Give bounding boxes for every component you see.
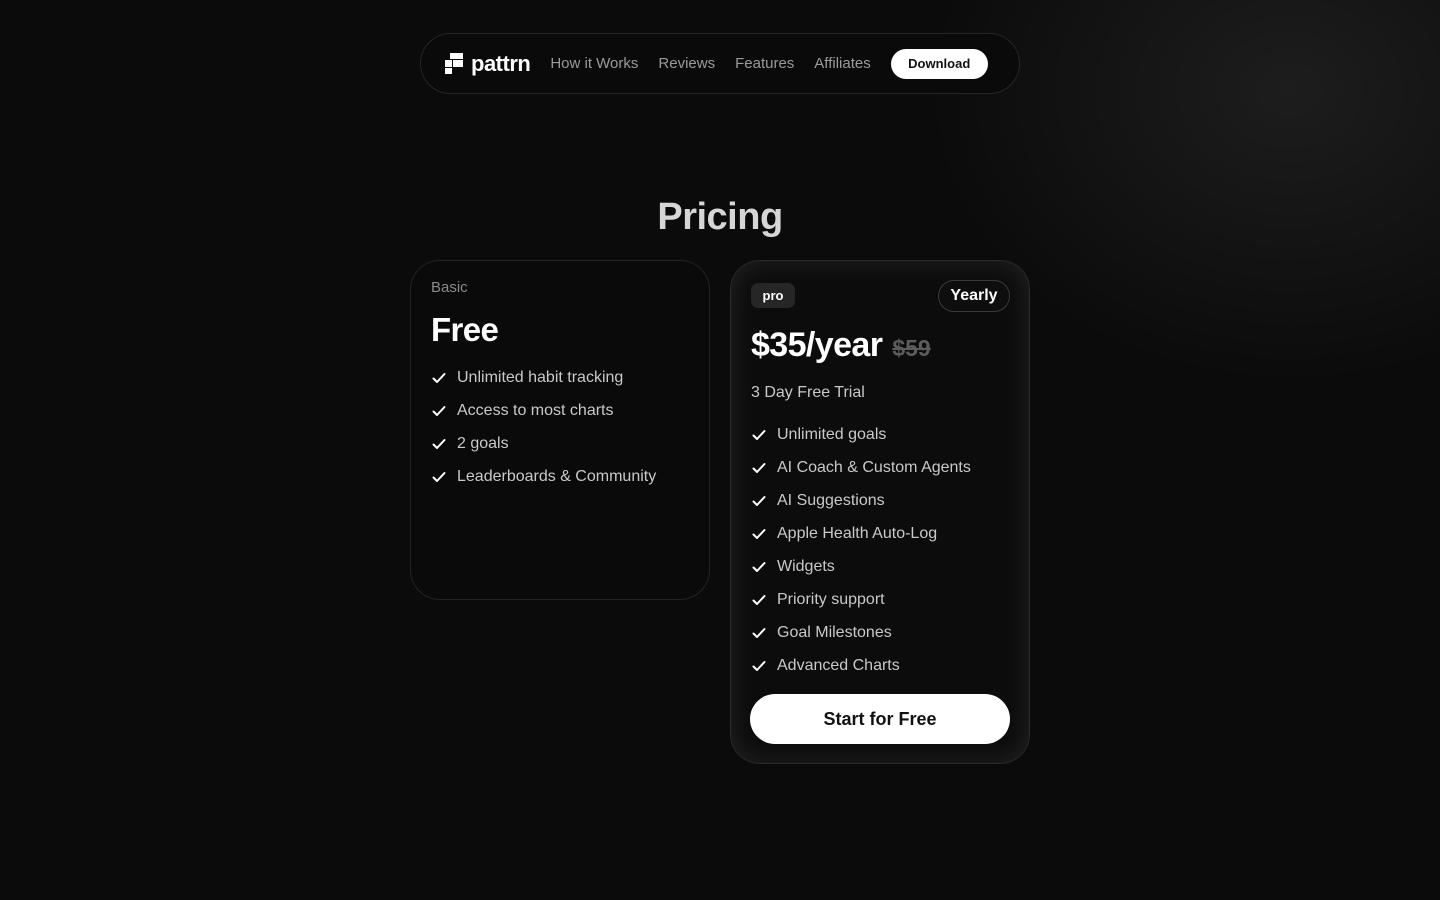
feature-label: 2 goals bbox=[457, 434, 509, 452]
pro-plan-card: pro Yearly $35/year $59 3 Day Free Trial… bbox=[730, 260, 1030, 764]
feature-label: Unlimited habit tracking bbox=[457, 368, 624, 386]
check-icon bbox=[752, 627, 766, 638]
plan-price: $35/year bbox=[751, 326, 883, 364]
feature-item: 2 goals bbox=[431, 427, 656, 460]
plan-label: Basic bbox=[431, 279, 468, 296]
check-icon bbox=[752, 462, 766, 473]
check-icon bbox=[752, 594, 766, 605]
feature-item: Leaderboards & Community bbox=[431, 460, 656, 493]
feature-label: Leaderboards & Community bbox=[457, 467, 657, 485]
download-button[interactable]: Download bbox=[890, 48, 988, 79]
nav-link-reviews[interactable]: Reviews bbox=[658, 55, 715, 72]
logo[interactable]: pattrn bbox=[445, 50, 531, 77]
pro-feature-list: Unlimited goals AI Coach & Custom Agents… bbox=[751, 418, 971, 682]
basic-plan-card: Basic Free Unlimited habit tracking Acce… bbox=[410, 260, 710, 600]
page-title: Pricing bbox=[657, 196, 783, 238]
feature-item: Unlimited goals bbox=[751, 418, 971, 451]
pattrn-logo-icon bbox=[445, 53, 464, 74]
feature-item: Goal Milestones bbox=[751, 616, 971, 649]
basic-feature-list: Unlimited habit tracking Access to most … bbox=[431, 361, 656, 493]
feature-item: Unlimited habit tracking bbox=[431, 361, 656, 394]
feature-item: AI Suggestions bbox=[751, 484, 971, 517]
trial-text: 3 Day Free Trial bbox=[751, 384, 865, 401]
feature-label: Priority support bbox=[777, 590, 885, 608]
check-icon bbox=[752, 561, 766, 572]
feature-item: Access to most charts bbox=[431, 394, 656, 427]
feature-label: AI Suggestions bbox=[777, 491, 885, 509]
check-icon bbox=[432, 471, 446, 482]
feature-item: AI Coach & Custom Agents bbox=[751, 451, 971, 484]
nav-link-affiliates[interactable]: Affiliates bbox=[814, 55, 870, 72]
feature-label: Advanced Charts bbox=[777, 656, 900, 674]
price-row: $35/year $59 bbox=[751, 326, 931, 365]
feature-label: Apple Health Auto-Log bbox=[777, 524, 938, 542]
check-icon bbox=[752, 528, 766, 539]
check-icon bbox=[432, 405, 446, 416]
nav-link-how-it-works[interactable]: How it Works bbox=[550, 55, 638, 72]
check-icon bbox=[432, 372, 446, 383]
check-icon bbox=[752, 660, 766, 671]
feature-label: Unlimited goals bbox=[777, 425, 887, 443]
check-icon bbox=[432, 438, 446, 449]
billing-period-toggle[interactable]: Yearly bbox=[938, 280, 1010, 312]
feature-label: Goal Milestones bbox=[777, 623, 892, 641]
original-price: $59 bbox=[892, 335, 931, 361]
check-icon bbox=[752, 495, 766, 506]
feature-label: Access to most charts bbox=[457, 401, 614, 419]
feature-item: Apple Health Auto-Log bbox=[751, 517, 971, 550]
start-for-free-button[interactable]: Start for Free bbox=[750, 694, 1010, 744]
top-nav: pattrn How it Works Reviews Features Aff… bbox=[420, 33, 1020, 94]
logo-text: pattrn bbox=[471, 50, 531, 76]
nav-link-features[interactable]: Features bbox=[735, 55, 794, 72]
feature-label: Widgets bbox=[777, 557, 835, 575]
check-icon bbox=[752, 429, 766, 440]
feature-item: Widgets bbox=[751, 550, 971, 583]
plan-price: Free bbox=[431, 311, 499, 348]
feature-item: Advanced Charts bbox=[751, 649, 971, 682]
pro-badge: pro bbox=[751, 283, 795, 308]
feature-label: AI Coach & Custom Agents bbox=[777, 458, 971, 476]
feature-item: Priority support bbox=[751, 583, 971, 616]
